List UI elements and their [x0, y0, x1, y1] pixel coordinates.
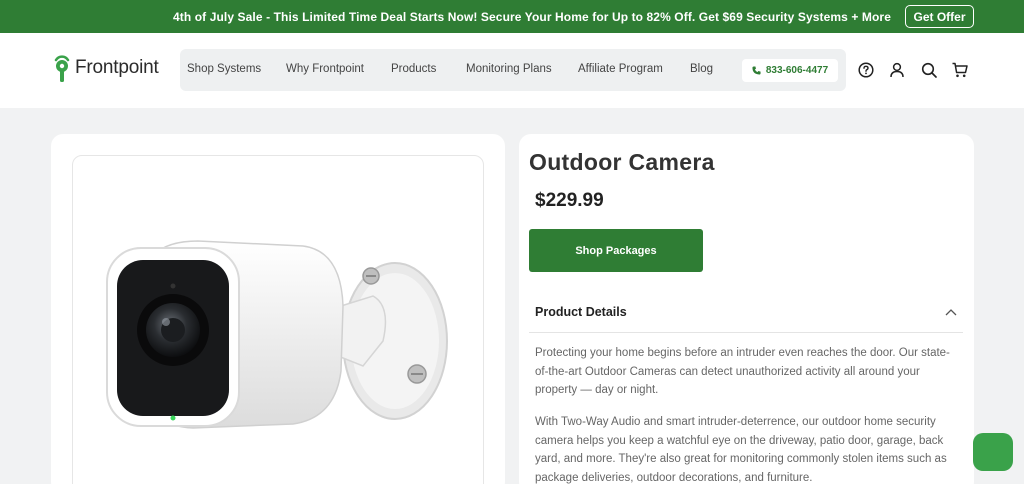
- product-details-heading[interactable]: Product Details: [535, 305, 627, 319]
- promo-text: 4th of July Sale - This Limited Time Dea…: [173, 10, 891, 24]
- get-offer-button[interactable]: Get Offer: [905, 5, 974, 28]
- details-divider: [529, 332, 963, 333]
- nav-monitoring-plans[interactable]: Monitoring Plans: [466, 63, 552, 75]
- product-title: Outdoor Camera: [529, 149, 715, 175]
- phone-button[interactable]: 833-606-4477: [742, 59, 838, 82]
- shop-packages-button[interactable]: Shop Packages: [529, 229, 703, 272]
- product-price: $229.99: [535, 190, 604, 211]
- chevron-up-icon[interactable]: [945, 308, 957, 316]
- phone-icon: [752, 66, 761, 75]
- outdoor-camera-image: [106, 240, 448, 429]
- nav-products[interactable]: Products: [391, 63, 436, 75]
- account-icon[interactable]: [888, 61, 906, 79]
- chat-icon[interactable]: [973, 433, 1013, 471]
- product-description-paragraph: Protecting your home begins before an in…: [535, 347, 950, 396]
- nav-shop-systems[interactable]: Shop Systems: [187, 63, 261, 75]
- nav-why-frontpoint[interactable]: Why Frontpoint: [286, 63, 364, 75]
- product-image-card: [51, 134, 505, 484]
- product-description-paragraph: With Two-Way Audio and smart intruder-de…: [535, 416, 947, 484]
- search-icon[interactable]: [920, 61, 938, 79]
- promo-bar: 4th of July Sale - This Limited Time Dea…: [0, 0, 1024, 33]
- phone-number: 833-606-4477: [765, 65, 829, 76]
- logo-text: Frontpoint: [75, 57, 159, 78]
- cart-icon[interactable]: [951, 61, 969, 79]
- help-icon[interactable]: [857, 61, 875, 79]
- nav-affiliate-program[interactable]: Affiliate Program: [578, 63, 663, 75]
- product-info-card: Outdoor Camera $229.99 Shop Packages Pro…: [519, 134, 974, 484]
- product-image-frame[interactable]: [72, 155, 484, 484]
- nav-blog[interactable]: Blog: [690, 63, 713, 75]
- logo-pin-icon: [54, 55, 70, 82]
- site-header: Frontpoint Shop Systems Why Frontpoint P…: [0, 33, 1024, 108]
- logo[interactable]: Frontpoint: [53, 50, 159, 86]
